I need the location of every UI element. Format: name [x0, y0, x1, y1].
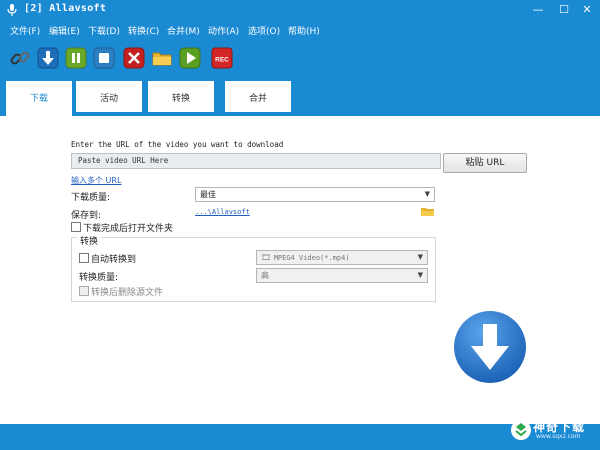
menu-action[interactable]: 动作(A): [208, 24, 239, 37]
chevron-down-icon: ▼: [417, 271, 423, 279]
close-window-button[interactable]: ✕: [575, 0, 599, 20]
menu-file[interactable]: 文件(F): [10, 24, 40, 37]
menu-download[interactable]: 下载(D): [88, 24, 120, 37]
download-quality-select[interactable]: 最佳 ▼: [195, 187, 435, 202]
save-path-link[interactable]: ...\Allavsoft: [195, 208, 250, 216]
menu-bar: 文件(F) 编辑(E) 下载(D) 转换(C) 合并(M) 动作(A) 选项(O…: [0, 20, 600, 40]
tab-activity[interactable]: 活动: [76, 81, 142, 112]
multi-url-link[interactable]: 输入多个 URL: [71, 175, 121, 186]
folder-icon[interactable]: [151, 47, 173, 69]
paste-url-button[interactable]: 粘贴 URL: [443, 153, 527, 173]
app-microphone-icon: [5, 3, 19, 17]
minimize-button[interactable]: —: [526, 0, 550, 20]
pause-icon[interactable]: [65, 47, 87, 69]
delete-source-checkbox[interactable]: [79, 286, 89, 296]
tab-strip: 下载 活动 转换 合并: [0, 76, 600, 116]
record-icon[interactable]: REC: [211, 47, 233, 69]
save-to-label: 保存到:: [71, 211, 102, 221]
convert-group-title: 转换: [77, 234, 102, 247]
download-quality-value: 最佳: [200, 190, 216, 199]
link-icon[interactable]: [9, 47, 31, 69]
download-icon[interactable]: [37, 47, 59, 69]
menu-edit[interactable]: 编辑(E): [49, 24, 80, 37]
auto-convert-checkbox[interactable]: [79, 253, 89, 263]
tab-convert-label: 转换: [171, 94, 190, 104]
tab-download[interactable]: 下载: [6, 81, 72, 116]
tab-merge-label: 合并: [248, 94, 267, 104]
delete-icon[interactable]: [123, 47, 145, 69]
tab-download-label: 下载: [29, 94, 48, 104]
record-label: REC: [215, 57, 229, 64]
delete-source-label: 转换后删除源文件: [91, 288, 164, 298]
video-file-icon: 🎞: [261, 253, 274, 262]
menu-options[interactable]: 选项(O): [248, 24, 280, 37]
play-icon[interactable]: [179, 47, 201, 69]
open-folder-label: 下载完成后打开文件夹: [83, 224, 174, 234]
chevron-down-icon: ▼: [424, 190, 430, 198]
menu-help[interactable]: 帮助(H): [288, 24, 320, 37]
auto-convert-label: 自动转换到: [91, 255, 137, 265]
convert-format-value: MPEG4 Video(*.mp4): [273, 254, 350, 262]
url-prompt: Enter the URL of the video you want to d…: [71, 140, 284, 149]
convert-quality-value: 高: [261, 271, 269, 280]
menu-merge[interactable]: 合并(M): [167, 24, 200, 37]
menu-convert[interactable]: 转换(C): [128, 24, 159, 37]
open-folder-checkbox[interactable]: [71, 222, 81, 232]
convert-format-select[interactable]: 🎞 MPEG4 Video(*.mp4) ▼: [256, 250, 428, 265]
window-title: [2] Allavsoft: [24, 3, 107, 14]
convert-quality-select[interactable]: 高 ▼: [256, 268, 428, 283]
tab-merge[interactable]: 合并: [225, 81, 291, 112]
watermark-url: www.sqxz.com: [536, 433, 581, 440]
stop-icon[interactable]: [93, 47, 115, 69]
toolbar: REC: [0, 40, 600, 76]
title-bar: [2] Allavsoft — ☐ ✕: [0, 0, 600, 20]
tab-convert[interactable]: 转换: [148, 81, 214, 112]
chevron-down-icon: ▼: [417, 253, 423, 261]
download-quality-label: 下载质量:: [71, 193, 111, 203]
maximize-button[interactable]: ☐: [552, 0, 576, 20]
browse-folder-icon[interactable]: [421, 206, 435, 217]
url-input[interactable]: Paste video URL Here: [71, 153, 441, 169]
convert-quality-label: 转换质量:: [79, 273, 119, 283]
tab-activity-label: 活动: [99, 94, 118, 104]
watermark-logo-icon: [510, 419, 532, 441]
start-download-button[interactable]: [453, 310, 527, 384]
